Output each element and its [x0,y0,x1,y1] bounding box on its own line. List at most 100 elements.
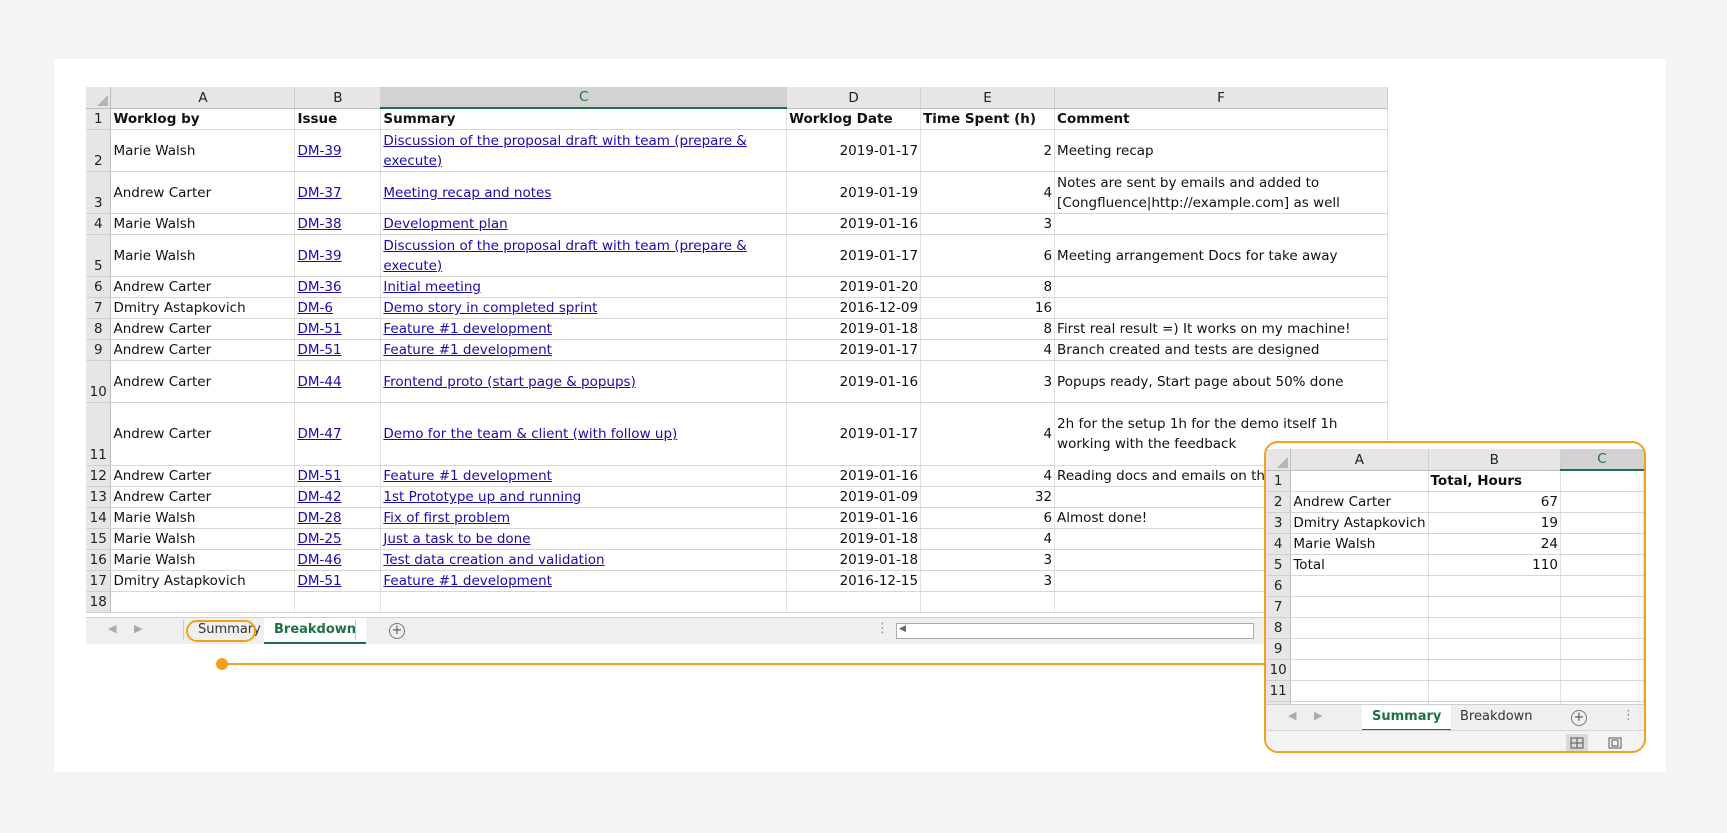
cell-summary[interactable]: Discussion of the proposal draft with te… [380,129,788,172]
issue-link[interactable]: DM-38 [297,216,341,232]
cell-worklog-by[interactable]: Andrew Carter [110,171,296,214]
cell[interactable] [1560,680,1644,702]
prev-sheet-icon[interactable]: ◀ [108,622,116,635]
row-header[interactable]: 9 [1266,638,1292,660]
cell-worklog-date[interactable]: 2019-01-16 [786,507,922,529]
cell-name[interactable]: Marie Walsh [1290,533,1429,555]
cell-issue[interactable]: DM-6 [294,297,382,319]
tab-breakdown[interactable]: Breakdown [1450,705,1543,729]
row-header[interactable]: 8 [86,318,112,340]
cell-summary[interactable]: Feature #1 development [380,318,788,340]
cell-total-hours[interactable]: 24 [1428,533,1561,555]
cell-issue[interactable]: DM-25 [294,528,382,550]
cell-worklog-date[interactable]: 2019-01-18 [786,528,922,550]
more-options-icon[interactable]: ⋮ [1622,708,1635,723]
summary-link[interactable]: Feature #1 development [383,342,552,358]
row-header[interactable]: 16 [86,549,112,571]
cell-summary[interactable]: Just a task to be done [380,528,788,550]
cell-issue[interactable]: DM-51 [294,570,382,592]
cell-comment[interactable]: Notes are sent by emails and added to [C… [1054,171,1388,214]
cell-summary[interactable]: 1st Prototype up and running [380,486,788,508]
next-sheet-icon[interactable]: ▶ [134,622,142,635]
summary-link[interactable]: Discussion of the proposal draft with te… [383,238,746,274]
cell-time-spent[interactable]: 8 [920,276,1056,298]
cell-comment[interactable] [1054,213,1388,235]
cell-worklog-date[interactable]: 2019-01-16 [786,465,922,487]
cell-comment[interactable] [1054,276,1388,298]
column-header-d[interactable]: D [786,87,922,109]
cell[interactable] [1428,638,1561,660]
issue-link[interactable]: DM-39 [297,248,341,264]
cell[interactable] [1290,596,1429,618]
row-header[interactable]: 2 [1266,491,1292,513]
scroll-left-icon[interactable]: ◀ [899,624,906,634]
cell[interactable] [1560,638,1644,660]
cell-worklog-by[interactable]: Marie Walsh [110,507,296,529]
header-cell-time-spent[interactable]: Time Spent (h) [920,108,1056,130]
column-header-c[interactable]: C [1560,449,1644,471]
issue-link[interactable]: DM-44 [297,374,341,390]
row-header[interactable]: 1 [1266,470,1292,492]
cell-time-spent[interactable]: 2 [920,129,1056,172]
cell-worklog-date[interactable]: 2019-01-17 [786,339,922,361]
summary-link[interactable]: Meeting recap and notes [383,185,551,201]
cell-time-spent[interactable]: 4 [920,402,1056,466]
cell-summary[interactable]: Fix of first problem [380,507,788,529]
column-header-b[interactable]: B [294,87,382,109]
cell[interactable] [1560,512,1644,534]
cell-time-spent[interactable]: 3 [920,213,1056,235]
cell-name[interactable]: Total [1290,554,1429,576]
cell-total-hours[interactable]: 19 [1428,512,1561,534]
cell-summary[interactable]: Feature #1 development [380,465,788,487]
cell-issue[interactable]: DM-37 [294,171,382,214]
normal-view-icon[interactable] [1566,734,1588,751]
issue-link[interactable]: DM-25 [297,531,341,547]
cell[interactable] [1560,554,1644,576]
row-header[interactable]: 7 [86,297,112,319]
cell-time-spent[interactable]: 16 [920,297,1056,319]
cell-worklog-date[interactable]: 2016-12-09 [786,297,922,319]
issue-link[interactable]: DM-46 [297,552,341,568]
cell-time-spent[interactable]: 6 [920,507,1056,529]
row-header[interactable]: 18 [86,591,112,613]
header-cell-worklog-date[interactable]: Worklog Date [786,108,922,130]
column-header-a[interactable]: A [110,87,296,109]
row-header[interactable]: 4 [1266,533,1292,555]
cell-worklog-date[interactable]: 2019-01-18 [786,549,922,571]
column-header-a[interactable]: A [1290,449,1429,471]
row-header[interactable]: 17 [86,570,112,592]
cell-summary[interactable]: Test data creation and validation [380,549,788,571]
next-sheet-icon[interactable]: ▶ [1314,709,1322,722]
cell-issue[interactable]: DM-46 [294,549,382,571]
cell-worklog-date[interactable]: 2019-01-17 [786,234,922,277]
cell[interactable] [786,591,922,613]
cell-worklog-by[interactable]: Marie Walsh [110,234,296,277]
cell[interactable] [1290,638,1429,660]
summary-link[interactable]: Discussion of the proposal draft with te… [383,133,746,169]
cell-worklog-by[interactable]: Andrew Carter [110,360,296,403]
cell-worklog-by[interactable]: Andrew Carter [110,339,296,361]
cell-comment[interactable]: Meeting arrangement Docs for take away [1054,234,1388,277]
cell-issue[interactable]: DM-51 [294,339,382,361]
cell-time-spent[interactable]: 4 [920,465,1056,487]
cell-worklog-by[interactable]: Andrew Carter [110,402,296,466]
add-sheet-icon[interactable]: + [389,623,405,639]
cell[interactable] [294,591,382,613]
row-header[interactable]: 3 [1266,512,1292,534]
header-cell-name[interactable] [1290,470,1429,492]
cell-issue[interactable]: DM-39 [294,129,382,172]
issue-link[interactable]: DM-28 [297,510,341,526]
cell-issue[interactable]: DM-44 [294,360,382,403]
row-header[interactable]: 10 [1266,659,1292,681]
add-sheet-icon[interactable]: + [1571,710,1587,726]
cell[interactable] [1428,617,1561,639]
summary-link[interactable]: Development plan [383,216,507,232]
cell-issue[interactable]: DM-28 [294,507,382,529]
cell-total-hours[interactable]: 110 [1428,554,1561,576]
cell[interactable] [1290,617,1429,639]
cell[interactable] [1290,659,1429,681]
column-header-e[interactable]: E [920,87,1056,109]
cell-issue[interactable]: DM-51 [294,318,382,340]
summary-link[interactable]: Fix of first problem [383,510,510,526]
cell-summary[interactable]: Initial meeting [380,276,788,298]
